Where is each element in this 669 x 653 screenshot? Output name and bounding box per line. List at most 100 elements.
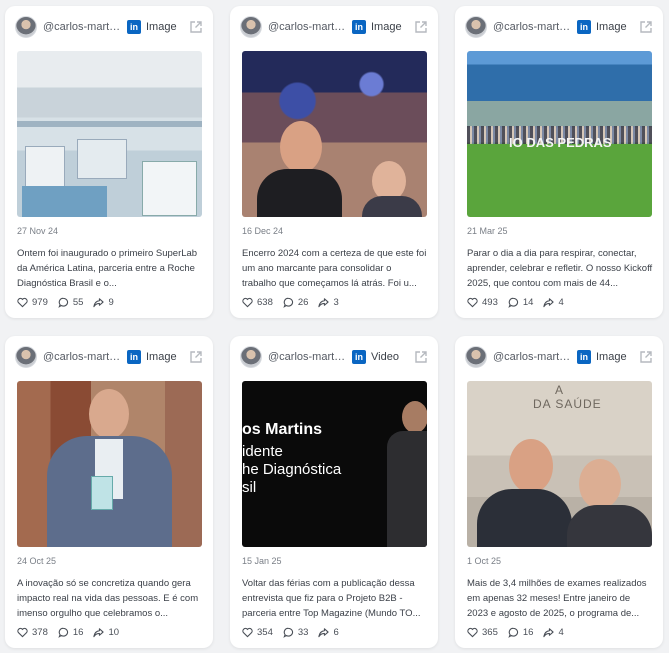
comments-count: 26 — [297, 296, 309, 308]
external-link-icon[interactable] — [414, 20, 428, 34]
linkedin-icon: in — [577, 20, 591, 34]
author-handle[interactable]: @carlos-martins — [43, 21, 121, 33]
post-date: 27 Nov 24 — [17, 226, 59, 236]
comments-stat: 14 — [508, 296, 534, 308]
external-link-icon[interactable] — [639, 350, 653, 364]
author-handle[interactable]: @carlos-martins — [493, 21, 571, 33]
comments-count: 16 — [522, 626, 534, 638]
comments-count: 16 — [72, 626, 84, 638]
avatar — [465, 346, 487, 368]
image-caption: IO DAS PEDRAS — [509, 135, 612, 150]
shares-stat: 4 — [543, 296, 564, 308]
post-text: Encerro 2024 com a certeza de que este f… — [242, 248, 427, 289]
post-card[interactable]: @carlos-martins in Video os Martins iden… — [230, 336, 438, 648]
video-title-line: idente — [242, 443, 283, 460]
shares-stat: 6 — [318, 627, 339, 638]
media-type-label: Video — [371, 351, 399, 363]
comment-icon — [283, 297, 293, 308]
post-text: Parar o dia a dia para respirar, conecta… — [467, 248, 653, 289]
post-stats: 365 16 4 — [467, 625, 574, 639]
likes-stat: 493 — [467, 297, 498, 308]
avatar — [465, 16, 487, 38]
likes-stat: 354 — [242, 627, 273, 638]
external-link-icon[interactable] — [414, 350, 428, 364]
media-type-label: Image — [146, 351, 177, 363]
post-stats: 493 14 4 — [467, 295, 574, 309]
post-date: 15 Jan 25 — [242, 556, 282, 566]
post-text: A inovação só se concretiza quando gera … — [17, 578, 199, 619]
post-text: Mais de 3,4 milhões de exames realizados… — [467, 578, 647, 619]
shares-count: 4 — [558, 296, 564, 308]
comments-stat: 16 — [508, 626, 534, 638]
share-icon — [318, 297, 330, 307]
media-type-label: Image — [596, 351, 627, 363]
external-link-icon[interactable] — [639, 20, 653, 34]
post-card[interactable]: @carlos-martins in Image 16 Dec 24 Encer… — [230, 6, 438, 318]
post-image[interactable]: IO DAS PEDRAS — [467, 51, 652, 217]
post-video[interactable]: os Martins idente he Diagnóstica sil — [242, 381, 427, 547]
media-type-label: Image — [146, 21, 177, 33]
post-date: 1 Oct 25 — [467, 556, 502, 566]
likes-count: 493 — [482, 296, 498, 308]
heart-icon — [242, 297, 253, 307]
post-card[interactable]: @carlos-martins in Image 24 Oct 25 A ino… — [5, 336, 213, 648]
avatar — [240, 16, 262, 38]
likes-stat: 638 — [242, 297, 273, 308]
linkedin-icon: in — [127, 20, 141, 34]
media-type-label: Image — [371, 21, 402, 33]
post-card[interactable]: @carlos-martins in Image 27 Nov 24 Ontem… — [5, 6, 213, 318]
external-link-icon[interactable] — [189, 350, 203, 364]
heart-icon — [467, 627, 478, 637]
comment-icon — [508, 627, 518, 638]
linkedin-icon: in — [127, 350, 141, 364]
comments-count: 33 — [297, 626, 309, 638]
post-stats: 354 33 6 — [242, 625, 349, 639]
post-stats: 378 16 10 — [17, 625, 129, 639]
comment-icon — [283, 627, 293, 638]
likes-count: 354 — [257, 626, 273, 638]
post-card[interactable]: @carlos-martins in Image IO DAS PEDRAS 2… — [455, 6, 663, 318]
image-caption: A — [555, 383, 564, 397]
card-header: @carlos-martins in Image — [240, 16, 428, 38]
comments-stat: 16 — [58, 626, 84, 638]
image-caption: DA SAÚDE — [533, 397, 602, 411]
likes-stat: 365 — [467, 627, 498, 638]
card-header: @carlos-martins in Video — [240, 346, 428, 368]
author-handle[interactable]: @carlos-martins — [268, 351, 346, 363]
post-grid: @carlos-martins in Image 27 Nov 24 Ontem… — [0, 0, 669, 653]
external-link-icon[interactable] — [189, 20, 203, 34]
avatar — [15, 346, 37, 368]
linkedin-icon: in — [577, 350, 591, 364]
author-handle[interactable]: @carlos-martins — [43, 351, 121, 363]
comments-stat: 26 — [283, 296, 309, 308]
shares-stat: 4 — [543, 627, 564, 638]
heart-icon — [17, 627, 28, 637]
linkedin-icon: in — [352, 20, 366, 34]
share-icon — [543, 627, 555, 637]
share-icon — [93, 627, 105, 637]
avatar — [15, 16, 37, 38]
share-icon — [543, 297, 555, 307]
post-image[interactable] — [17, 51, 202, 217]
likes-count: 378 — [32, 626, 48, 638]
post-image[interactable] — [242, 51, 427, 217]
post-text: Voltar das férias com a publicação dessa… — [242, 578, 421, 619]
post-image[interactable]: A DA SAÚDE — [467, 381, 652, 547]
post-date: 21 Mar 25 — [467, 226, 508, 236]
comment-icon — [58, 297, 68, 308]
comments-count: 14 — [522, 296, 534, 308]
share-icon — [318, 627, 330, 637]
likes-stat: 979 — [17, 297, 48, 308]
card-header: @carlos-martins in Image — [15, 16, 203, 38]
card-header: @carlos-martins in Image — [465, 16, 653, 38]
post-stats: 979 55 9 — [17, 295, 124, 309]
card-header: @carlos-martins in Image — [15, 346, 203, 368]
post-card[interactable]: @carlos-martins in Image A DA SAÚDE 1 Oc… — [455, 336, 663, 648]
author-handle[interactable]: @carlos-martins — [493, 351, 571, 363]
comments-stat: 55 — [58, 297, 83, 308]
post-image[interactable] — [17, 381, 202, 547]
post-date: 24 Oct 25 — [17, 556, 57, 566]
video-title-line: sil — [242, 479, 257, 496]
author-handle[interactable]: @carlos-martins — [268, 21, 346, 33]
heart-icon — [242, 627, 253, 637]
